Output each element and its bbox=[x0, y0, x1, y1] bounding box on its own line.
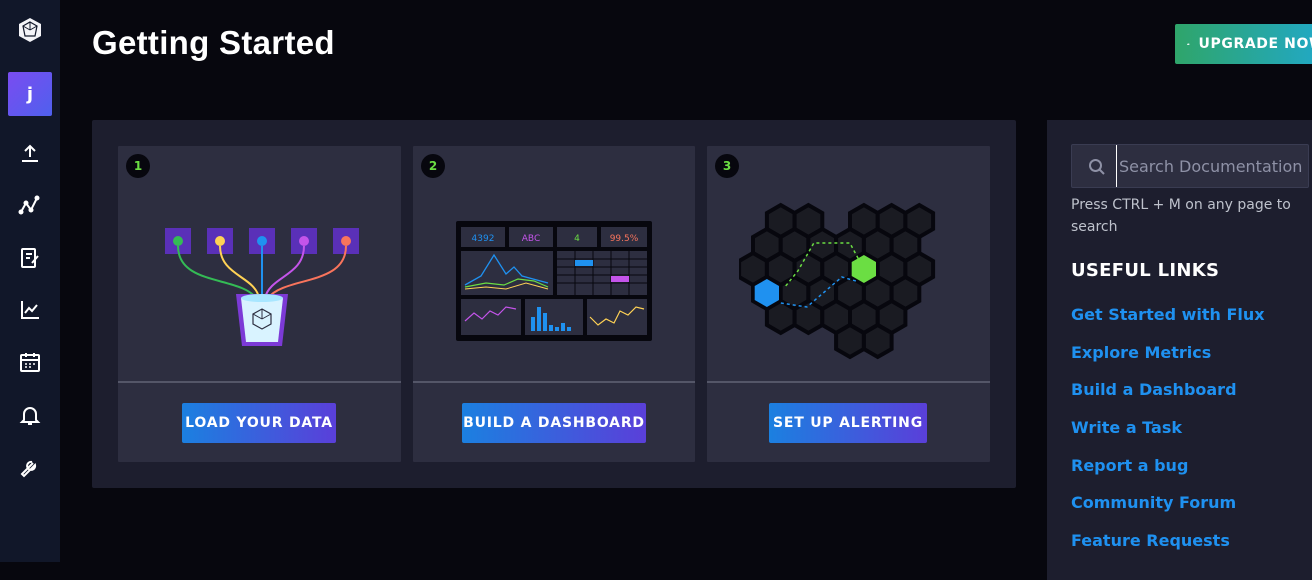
set-up-alerting-button[interactable]: SET UP ALERTING bbox=[769, 403, 927, 443]
edit-note-icon[interactable] bbox=[18, 246, 42, 270]
search-icon bbox=[1089, 159, 1105, 175]
link-community-forum[interactable]: Community Forum bbox=[1071, 493, 1236, 512]
documentation-panel: Press CTRL + M on any page to search USE… bbox=[1047, 120, 1312, 580]
wrench-icon[interactable] bbox=[18, 455, 42, 479]
getting-started-panel: 1 LOAD YOUR DATA 2 4392 ABC 4 99.5% BUIL… bbox=[92, 120, 1016, 488]
dashboard-illustration: 4392 ABC 4 99.5% bbox=[413, 186, 695, 376]
step-number: 2 bbox=[421, 154, 445, 178]
avatar-initial: j bbox=[26, 83, 34, 105]
load-data-illustration bbox=[118, 186, 401, 376]
card-divider bbox=[413, 381, 695, 383]
link-feature-requests[interactable]: Feature Requests bbox=[1071, 531, 1230, 550]
search-box bbox=[1071, 144, 1309, 188]
load-your-data-button[interactable]: LOAD YOUR DATA bbox=[182, 403, 336, 443]
upgrade-now-button[interactable]: UPGRADE NOW bbox=[1175, 24, 1312, 64]
influx-logo-icon[interactable] bbox=[17, 17, 43, 43]
card-divider bbox=[707, 381, 990, 383]
link-report-bug[interactable]: Report a bug bbox=[1071, 456, 1188, 475]
page-title: Getting Started bbox=[92, 24, 335, 61]
chart-line-icon[interactable] bbox=[18, 298, 42, 322]
bell-icon[interactable] bbox=[18, 403, 42, 427]
hex-cell bbox=[861, 322, 894, 360]
step-number: 3 bbox=[715, 154, 739, 178]
sidebar: j bbox=[0, 0, 60, 562]
graph-icon[interactable] bbox=[18, 194, 42, 218]
link-explore-metrics[interactable]: Explore Metrics bbox=[1071, 343, 1211, 362]
user-avatar[interactable]: j bbox=[8, 72, 52, 116]
hex-cell bbox=[764, 298, 797, 336]
useful-links-title: USEFUL LINKS bbox=[1071, 260, 1220, 281]
link-build-dashboard[interactable]: Build a Dashboard bbox=[1071, 380, 1237, 399]
set-up-alerting-card: 3 SET UP ALERTING bbox=[707, 146, 990, 462]
calendar-icon[interactable] bbox=[18, 350, 42, 374]
link-write-task[interactable]: Write a Task bbox=[1071, 418, 1182, 437]
card-divider bbox=[118, 381, 401, 383]
hex-cell bbox=[833, 322, 866, 360]
stat-value: ABC bbox=[522, 234, 540, 244]
stat-value: 4 bbox=[574, 234, 580, 244]
search-hint: Press CTRL + M on any page to search bbox=[1071, 197, 1291, 235]
build-a-dashboard-button[interactable]: BUILD A DASHBOARD bbox=[462, 403, 646, 443]
upload-icon[interactable] bbox=[18, 142, 42, 166]
stat-value: 4392 bbox=[472, 234, 495, 244]
stat-value: 99.5% bbox=[610, 234, 639, 244]
search-documentation-input[interactable] bbox=[1116, 145, 1306, 187]
build-dashboard-card: 2 4392 ABC 4 99.5% BUILD A DASHBOARD bbox=[413, 146, 695, 462]
link-get-started-flux[interactable]: Get Started with Flux bbox=[1071, 305, 1265, 324]
step-number: 1 bbox=[126, 154, 150, 178]
upgrade-label: UPGRADE NOW bbox=[1198, 36, 1312, 52]
hex-grid-graphic bbox=[738, 202, 935, 360]
alerting-illustration bbox=[707, 186, 990, 376]
load-data-card: 1 LOAD YOUR DATA bbox=[118, 146, 401, 462]
crown-icon bbox=[1187, 43, 1190, 45]
